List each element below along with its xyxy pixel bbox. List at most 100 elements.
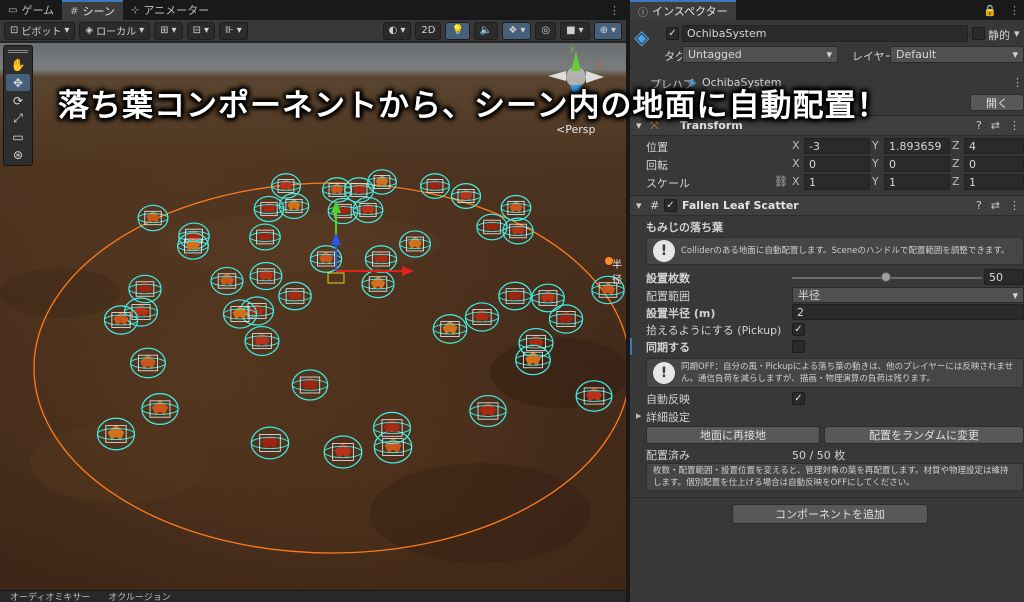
radius-field[interactable]: 2 bbox=[792, 304, 1024, 320]
foldout-arrow-icon[interactable]: ▾ bbox=[636, 199, 642, 212]
radius-label: 設置半径 (m) bbox=[646, 307, 716, 320]
leaf-gizmo[interactable] bbox=[103, 305, 139, 335]
scatter-header[interactable]: ▾ # ✓ Fallen Leaf Scatter ? ⇄ ⋮ bbox=[630, 195, 1024, 216]
leaf-gizmo[interactable] bbox=[498, 281, 532, 311]
leaf-gizmo[interactable] bbox=[373, 430, 413, 464]
tab-animator[interactable]: ⊹ アニメーター bbox=[123, 0, 217, 20]
inspector-menu-icon[interactable]: ⋮ bbox=[1003, 0, 1024, 20]
advanced-row[interactable]: ▸ 詳細設定 bbox=[630, 408, 1024, 425]
rotation-x-field[interactable]: 0 bbox=[804, 156, 870, 172]
local-button[interactable]: ◈ ローカル ▾ bbox=[79, 21, 151, 40]
scale-x-field[interactable]: 1 bbox=[804, 174, 870, 190]
leaf-gizmo[interactable] bbox=[500, 194, 532, 222]
lighting-button[interactable]: 💡 bbox=[445, 21, 470, 40]
leaf-gizmo[interactable] bbox=[278, 281, 312, 311]
component-menu-icon[interactable]: ⋮ bbox=[1009, 119, 1020, 132]
leaf-gizmo[interactable] bbox=[141, 393, 179, 425]
preset-icon[interactable]: ⇄ bbox=[991, 199, 1000, 212]
scale-tool-icon[interactable]: ⤢ bbox=[6, 110, 30, 127]
shading-mode-button[interactable]: ◐ ▾ bbox=[382, 21, 412, 40]
count-slider-knob[interactable] bbox=[881, 272, 891, 282]
tab-inspector[interactable]: ⓘ インスペクター bbox=[630, 0, 736, 20]
leaf-gizmo[interactable] bbox=[137, 204, 169, 232]
component-menu-icon[interactable]: ⋮ bbox=[1009, 199, 1020, 212]
snap-increment-button[interactable]: ⊟ ▾ bbox=[186, 21, 215, 40]
auto-apply-checkbox[interactable]: ✓ bbox=[792, 392, 805, 405]
palette-grip[interactable] bbox=[8, 50, 28, 53]
panel-menu-icon[interactable]: ⋮ bbox=[603, 0, 626, 20]
rotation-z-field[interactable]: 0 bbox=[964, 156, 1024, 172]
prefab-options-icon[interactable]: ⋮ bbox=[1012, 76, 1023, 89]
lock-icon[interactable]: 🔒 bbox=[977, 0, 1003, 20]
help-icon[interactable]: ? bbox=[976, 199, 982, 212]
tab-scene[interactable]: # シーン bbox=[62, 0, 123, 20]
static-checkbox[interactable] bbox=[972, 27, 985, 40]
help-text: 同期OFF：自分の風・Pickupによる落ち葉の動きは、他のプレイヤーには反映さ… bbox=[681, 362, 1014, 384]
leaf-gizmo[interactable] bbox=[361, 269, 395, 299]
object-name-field[interactable]: OchibaSystem bbox=[682, 25, 968, 42]
ruler-button[interactable]: ⊪ ▾ bbox=[219, 21, 248, 40]
tab-audio-mixer[interactable]: オーディオミキサー bbox=[6, 591, 94, 602]
foldout-right-icon[interactable]: ▸ bbox=[636, 409, 642, 422]
grid-snap-button[interactable]: ⊞ ▾ bbox=[154, 21, 183, 40]
pivot-button[interactable]: ⊡ ピボット ▾ bbox=[4, 21, 76, 40]
leaf-gizmo[interactable] bbox=[432, 314, 468, 344]
open-prefab-button[interactable]: 開く bbox=[970, 94, 1024, 111]
position-z-field[interactable]: 4 bbox=[964, 138, 1024, 154]
count-field[interactable]: 50 bbox=[984, 269, 1024, 285]
leaf-gizmo[interactable] bbox=[367, 169, 397, 195]
help-icon[interactable]: ? bbox=[976, 119, 982, 132]
tag-dropdown[interactable]: Untagged ▾ bbox=[682, 46, 838, 63]
scale-z-field[interactable]: 1 bbox=[964, 174, 1024, 190]
audio-button[interactable]: 🔈 bbox=[473, 21, 499, 40]
position-x-field[interactable]: -3 bbox=[804, 138, 870, 154]
leaf-gizmo[interactable] bbox=[343, 177, 375, 203]
leaf-gizmo[interactable] bbox=[502, 217, 534, 245]
mode-2d-button[interactable]: 2D bbox=[415, 21, 442, 40]
reground-button[interactable]: 地面に再接地 bbox=[646, 426, 820, 444]
leaf-gizmo[interactable] bbox=[464, 302, 500, 332]
tab-occlusion[interactable]: オクルージョン bbox=[104, 591, 174, 602]
camera-button[interactable]: ■ ▾ bbox=[560, 21, 590, 40]
active-checkbox[interactable]: ✓ bbox=[666, 27, 679, 40]
leaf-gizmo[interactable] bbox=[323, 435, 363, 469]
leaf-gizmo[interactable] bbox=[548, 304, 584, 334]
link-scale-icon[interactable]: ⛓ bbox=[774, 175, 788, 188]
position-y-field[interactable]: 1.893659 bbox=[884, 138, 950, 154]
leaf-gizmo[interactable] bbox=[450, 183, 482, 209]
hand-tool-icon[interactable]: ✋ bbox=[6, 56, 30, 73]
layer-dropdown[interactable]: Default ▾ bbox=[890, 46, 1024, 63]
rect-tool-icon[interactable]: ▭ bbox=[6, 128, 30, 145]
gizmos-button[interactable]: ⊕ ▾ bbox=[593, 21, 622, 40]
add-component-button[interactable]: コンポーネントを追加 bbox=[732, 504, 928, 524]
leaf-gizmo[interactable] bbox=[531, 283, 565, 313]
sync-checkbox[interactable] bbox=[792, 340, 805, 353]
rotate-tool-icon[interactable]: ⟳ bbox=[6, 92, 30, 109]
leaf-gizmo[interactable] bbox=[244, 325, 280, 357]
component-enabled-checkbox[interactable]: ✓ bbox=[664, 199, 677, 212]
tab-game[interactable]: ▭ ゲーム bbox=[0, 0, 62, 20]
randomize-button[interactable]: 配置をランダムに変更 bbox=[824, 426, 1024, 444]
range-dropdown[interactable]: 半径 ▾ bbox=[792, 287, 1024, 303]
preset-icon[interactable]: ⇄ bbox=[991, 119, 1000, 132]
advanced-label[interactable]: 詳細設定 bbox=[646, 409, 690, 425]
leaf-gizmo[interactable] bbox=[210, 266, 244, 296]
pickup-checkbox[interactable]: ✓ bbox=[792, 323, 805, 336]
static-dropdown-icon[interactable]: ▾ bbox=[1014, 27, 1020, 40]
sync-label: 同期する bbox=[646, 341, 690, 354]
transform-tool-icon[interactable]: ⊛ bbox=[6, 146, 30, 163]
scale-y-field[interactable]: 1 bbox=[884, 174, 950, 190]
rotation-y-field[interactable]: 0 bbox=[884, 156, 950, 172]
scene-tabbar: ▭ ゲーム # シーン ⊹ アニメーター ⋮ bbox=[0, 0, 626, 20]
leaf-gizmo[interactable] bbox=[469, 394, 507, 428]
pickup-row: 拾えるようにする (Pickup) ✓ bbox=[630, 321, 1024, 338]
leaf-gizmo[interactable] bbox=[291, 369, 329, 401]
move-tool-icon[interactable]: ✥ bbox=[6, 74, 30, 91]
leaf-gizmo[interactable] bbox=[222, 299, 258, 329]
scene-viewport[interactable]: y x bbox=[0, 43, 626, 590]
visibility-button[interactable]: ◎ bbox=[535, 21, 557, 40]
leaf-gizmo[interactable] bbox=[476, 213, 508, 241]
leaf-gizmo[interactable] bbox=[250, 426, 290, 460]
effects-button[interactable]: ❖ ▾ bbox=[502, 21, 532, 40]
leaf-gizmo[interactable] bbox=[130, 347, 166, 379]
